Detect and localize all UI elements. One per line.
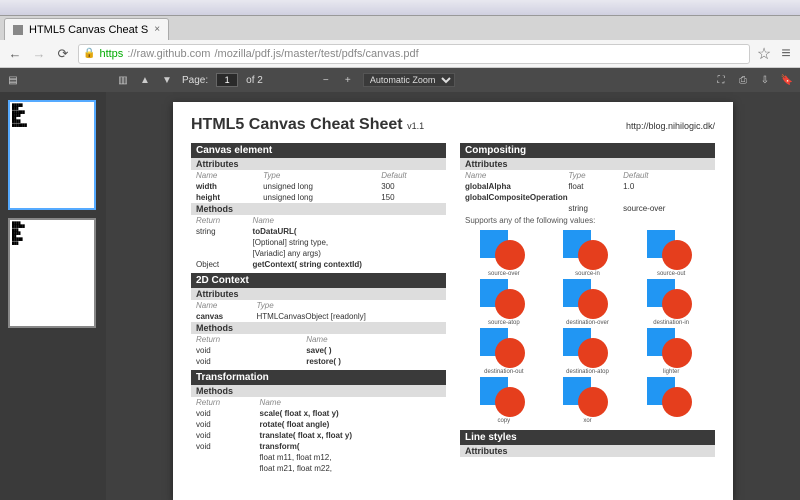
sidebar-toggle-icon[interactable]: ▤ xyxy=(6,73,20,87)
composite-lighter: lighter xyxy=(630,328,712,375)
composite- xyxy=(630,377,712,424)
page-of: of 2 xyxy=(246,75,263,86)
zoom-select[interactable]: Automatic Zoom xyxy=(363,73,455,87)
window-titlebar xyxy=(0,0,800,16)
page-label: Page: xyxy=(182,75,208,86)
outline-icon[interactable]: ▥ xyxy=(116,73,130,87)
composite-destination-out: destination-out xyxy=(463,328,545,375)
right-column: Compositing Attributes NameTypeDefaultgl… xyxy=(460,140,715,474)
url-input[interactable]: 🔒 https ://raw.github.com /mozilla/pdf.j… xyxy=(78,44,750,64)
page-up-icon[interactable]: ▲ xyxy=(138,73,152,87)
reload-button[interactable]: ⟳ xyxy=(54,45,72,63)
back-button[interactable]: ← xyxy=(6,45,24,63)
close-icon[interactable]: × xyxy=(154,24,160,35)
page-input[interactable] xyxy=(216,73,238,87)
thumbnail-panel: ███████████████████████████████ ████████… xyxy=(0,92,106,500)
section-canvas-element: Canvas element xyxy=(191,143,446,158)
pdf-page: HTML5 Canvas Cheat Sheet v1.1 http://blo… xyxy=(173,102,733,500)
menu-icon[interactable]: ≡ xyxy=(778,46,794,62)
composite-source-in: source-in xyxy=(547,230,629,277)
url-scheme: https xyxy=(99,48,123,60)
bookmark-icon[interactable]: ☆ xyxy=(756,46,772,62)
zoom-in-icon[interactable]: + xyxy=(341,73,355,87)
composite-grid: source-oversource-insource-out source-ato… xyxy=(460,227,715,427)
lock-icon: 🔒 xyxy=(83,48,95,59)
download-icon[interactable]: ⇩ xyxy=(758,73,772,87)
composite-copy: copy xyxy=(463,377,545,424)
pdf-toolbar: ▤ ▥ ▲ ▼ Page: of 2 − + Automatic Zoom ⛶ … xyxy=(0,68,800,92)
presentation-icon[interactable]: ⛶ xyxy=(714,73,728,87)
print-icon[interactable]: ⎙ xyxy=(736,73,750,87)
pdf-viewer[interactable]: HTML5 Canvas Cheat Sheet v1.1 http://blo… xyxy=(106,92,800,500)
page-url: http://blog.nihilogic.dk/ xyxy=(626,121,715,131)
composite-source-out: source-out xyxy=(630,230,712,277)
bookmark-pdf-icon[interactable]: 🔖 xyxy=(780,73,794,87)
composite-source-atop: source-atop xyxy=(463,279,545,326)
composite-xor: xor xyxy=(547,377,629,424)
url-path: /mozilla/pdf.js/master/test/pdfs/canvas.… xyxy=(214,48,418,60)
url-host: ://raw.github.com xyxy=(127,48,210,60)
browser-tab[interactable]: HTML5 Canvas Cheat S × xyxy=(4,18,169,40)
thumbnail-1[interactable]: ███████████████████████████████ xyxy=(8,100,96,210)
tab-favicon xyxy=(13,25,23,35)
composite-destination-atop: destination-atop xyxy=(547,328,629,375)
address-bar: ← → ⟳ 🔒 https ://raw.github.com /mozilla… xyxy=(0,40,800,68)
tab-strip: HTML5 Canvas Cheat S × xyxy=(0,16,800,40)
composite-destination-over: destination-over xyxy=(547,279,629,326)
canvas-attrs-table: NameTypeDefaultwidthunsigned long300heig… xyxy=(191,170,446,203)
thumbnail-2[interactable]: ███████████████████████████ xyxy=(8,218,96,328)
forward-button[interactable]: → xyxy=(30,45,48,63)
page-title: HTML5 Canvas Cheat Sheet v1.1 xyxy=(191,116,424,134)
left-column: Canvas element Attributes NameTypeDefaul… xyxy=(191,140,446,474)
zoom-out-icon[interactable]: − xyxy=(319,73,333,87)
tab-title: HTML5 Canvas Cheat S xyxy=(29,24,148,36)
composite-destination-in: destination-in xyxy=(630,279,712,326)
composite-source-over: source-over xyxy=(463,230,545,277)
page-down-icon[interactable]: ▼ xyxy=(160,73,174,87)
pdf-content: ███████████████████████████████ ████████… xyxy=(0,92,800,500)
